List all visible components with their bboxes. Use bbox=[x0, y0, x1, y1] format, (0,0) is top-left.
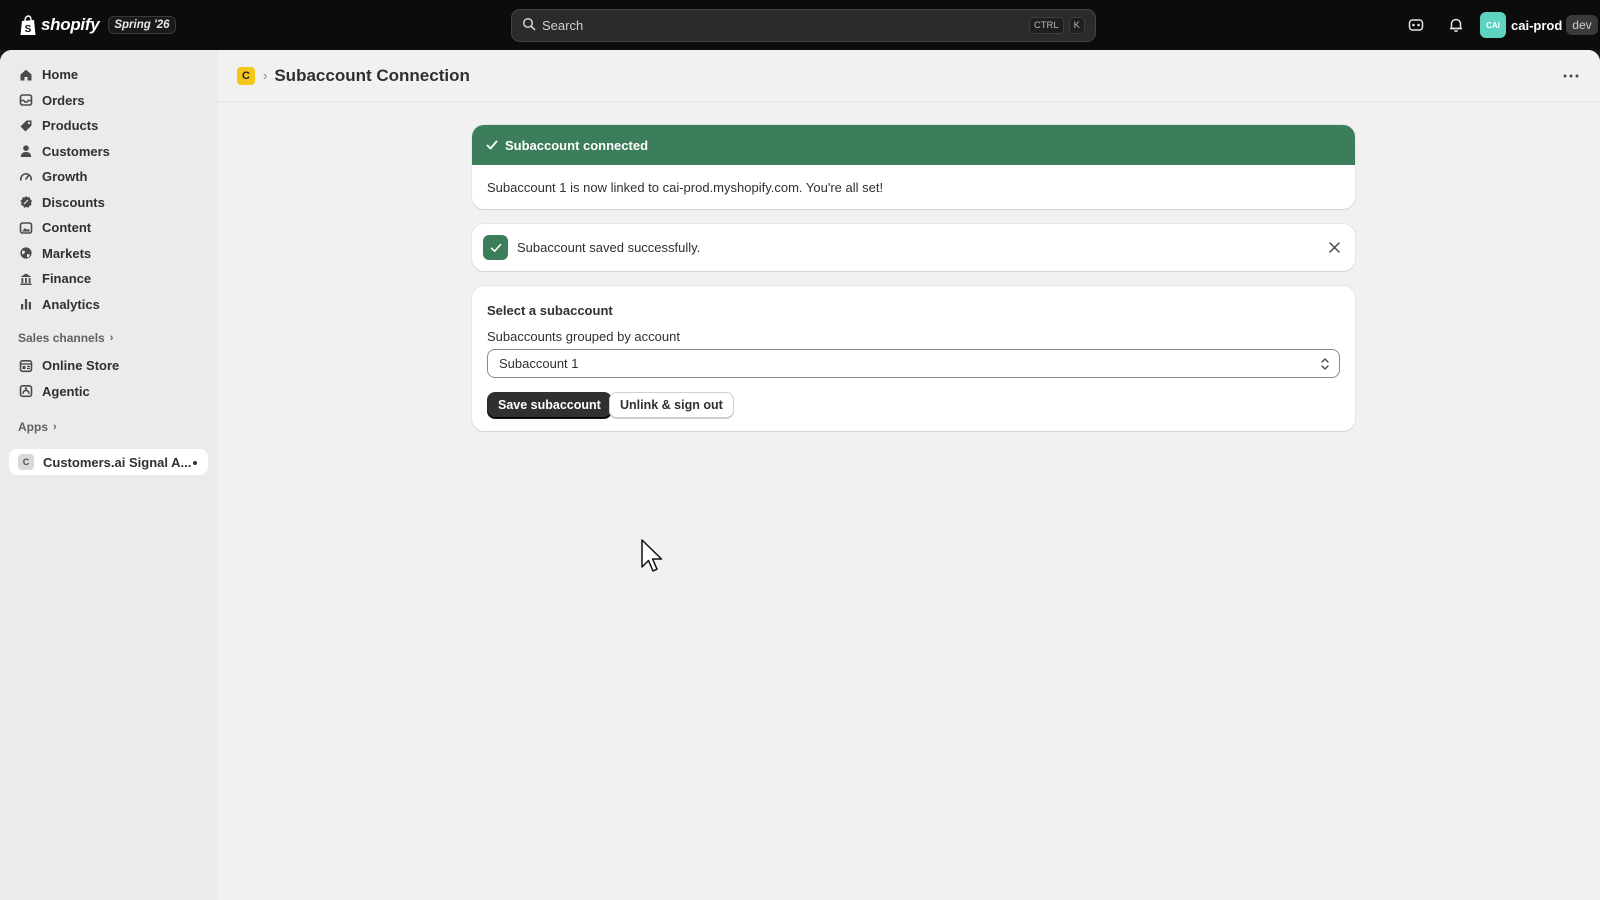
sidebar-item-label: Agentic bbox=[42, 383, 90, 399]
store-switcher[interactable]: CAI cai-prod dev bbox=[1480, 12, 1598, 38]
success-banner-title: Subaccount connected bbox=[505, 137, 649, 153]
person-icon bbox=[18, 143, 34, 159]
main-content: C › Subaccount Connection Subaccount con… bbox=[218, 50, 1600, 900]
page-header: C › Subaccount Connection bbox=[218, 50, 1600, 102]
store-icon bbox=[18, 358, 34, 374]
home-icon bbox=[18, 67, 34, 83]
search-placeholder: Search bbox=[542, 18, 584, 33]
subaccount-select[interactable]: Subaccount 1 bbox=[487, 349, 1340, 378]
sidebar-item-label: Finance bbox=[42, 271, 92, 287]
edition-badge: Spring '26 bbox=[108, 16, 176, 34]
store-name: cai-prod bbox=[1511, 17, 1563, 33]
sidekick-button[interactable] bbox=[1405, 14, 1427, 36]
brand-wordmark: shopify bbox=[41, 15, 100, 34]
sidebar-item-orders[interactable]: Orders bbox=[0, 88, 218, 114]
section-label: Sales channels bbox=[18, 331, 105, 345]
saved-toast: Subaccount saved successfully. bbox=[472, 224, 1355, 271]
sidebar-item-label: Customers.ai Signal A... bbox=[43, 454, 192, 470]
shortcut-k-key: K bbox=[1068, 17, 1085, 34]
success-banner-header: Subaccount connected bbox=[472, 125, 1355, 165]
save-subaccount-button[interactable]: Save subaccount bbox=[487, 392, 612, 418]
sidebar-item-label: Markets bbox=[42, 245, 92, 261]
sidebar-item-label: Growth bbox=[42, 169, 88, 185]
sidebar-item-customers-ai-app[interactable]: C Customers.ai Signal A... bbox=[9, 449, 208, 475]
agent-icon bbox=[18, 383, 34, 399]
breadcrumb-chevron-icon: › bbox=[263, 68, 268, 83]
subaccount-select-label: Subaccounts grouped by account bbox=[487, 329, 680, 344]
search-input[interactable]: Search CTRL K bbox=[511, 9, 1096, 42]
sidebar-item-content[interactable]: Content bbox=[0, 215, 218, 241]
orders-icon bbox=[18, 92, 34, 108]
bar-chart-icon bbox=[18, 296, 34, 312]
page-title: Subaccount Connection bbox=[274, 65, 470, 85]
apps-heading[interactable]: Apps › bbox=[0, 416, 218, 438]
sidebar-item-analytics[interactable]: Analytics bbox=[0, 292, 218, 318]
sidebar-item-markets[interactable]: Markets bbox=[0, 241, 218, 267]
app-shell: Home Orders Products Customers Growth Di… bbox=[0, 50, 1600, 900]
sidebar-item-discounts[interactable]: Discounts bbox=[0, 190, 218, 216]
bell-icon bbox=[1449, 18, 1463, 32]
sales-channels-heading[interactable]: Sales channels › bbox=[0, 327, 218, 349]
dev-badge: dev bbox=[1566, 15, 1598, 35]
chevron-right-icon: › bbox=[109, 332, 114, 344]
select-arrows-icon bbox=[1321, 358, 1329, 370]
bank-icon bbox=[18, 271, 34, 287]
sidebar-item-online-store[interactable]: Online Store bbox=[0, 353, 218, 379]
breadcrumb-app-icon[interactable]: C bbox=[237, 66, 255, 85]
success-check-icon bbox=[483, 235, 508, 260]
sidebar-item-label: Customers bbox=[42, 143, 110, 159]
sidebar-item-label: Content bbox=[42, 220, 92, 236]
sidebar-item-label: Discounts bbox=[42, 194, 105, 210]
sidebar-item-customers[interactable]: Customers bbox=[0, 139, 218, 165]
dismiss-toast-button[interactable] bbox=[1325, 238, 1343, 256]
subaccount-form-card: Select a subaccount Subaccounts grouped … bbox=[472, 286, 1355, 431]
sidebar-item-agentic[interactable]: Agentic bbox=[0, 379, 218, 405]
sidebar-item-label: Online Store bbox=[42, 358, 120, 374]
image-icon bbox=[18, 220, 34, 236]
sidebar-item-label: Home bbox=[42, 67, 79, 83]
sidebar: Home Orders Products Customers Growth Di… bbox=[0, 50, 218, 900]
chevron-right-icon: › bbox=[53, 421, 57, 433]
gauge-icon bbox=[18, 169, 34, 185]
sidebar-item-label: Analytics bbox=[42, 296, 100, 312]
more-actions-button[interactable] bbox=[1560, 66, 1582, 86]
form-title: Select a subaccount bbox=[487, 303, 613, 318]
section-label: Apps bbox=[18, 420, 48, 434]
checkmark-icon bbox=[486, 140, 498, 150]
top-bar: S shopify Spring '26 Search CTRL K CAI c… bbox=[0, 0, 1600, 50]
globe-icon bbox=[18, 245, 34, 261]
mouse-cursor-icon bbox=[641, 539, 663, 572]
store-avatar: CAI bbox=[1480, 12, 1506, 38]
close-icon bbox=[1328, 241, 1340, 253]
customers-ai-app-icon: C bbox=[18, 454, 34, 470]
notifications-button[interactable] bbox=[1445, 14, 1467, 36]
svg-text:S: S bbox=[25, 24, 32, 35]
ellipsis-icon bbox=[1563, 74, 1579, 78]
unlink-sign-out-button[interactable]: Unlink & sign out bbox=[609, 392, 734, 418]
sidebar-item-growth[interactable]: Growth bbox=[0, 164, 218, 190]
sidebar-item-products[interactable]: Products bbox=[0, 113, 218, 139]
shopify-logo[interactable]: S shopify Spring '26 bbox=[18, 0, 176, 50]
sidebar-item-label: Products bbox=[42, 118, 99, 134]
active-dot-indicator bbox=[193, 461, 197, 465]
sidekick-icon bbox=[1408, 19, 1424, 31]
success-banner: Subaccount connected Subaccount 1 is now… bbox=[472, 125, 1355, 209]
success-banner-message: Subaccount 1 is now linked to cai-prod.m… bbox=[487, 179, 884, 195]
toast-message: Subaccount saved successfully. bbox=[517, 240, 701, 255]
discount-icon bbox=[18, 194, 34, 210]
sidebar-item-finance[interactable]: Finance bbox=[0, 266, 218, 292]
tag-icon bbox=[18, 118, 34, 134]
shopify-bag-icon: S bbox=[18, 14, 38, 36]
sidebar-item-label: Orders bbox=[42, 92, 85, 108]
sidebar-item-home[interactable]: Home bbox=[0, 62, 218, 88]
subaccount-select-value: Subaccount 1 bbox=[499, 356, 579, 371]
shortcut-ctrl-key: CTRL bbox=[1028, 17, 1064, 34]
search-icon bbox=[522, 17, 536, 34]
